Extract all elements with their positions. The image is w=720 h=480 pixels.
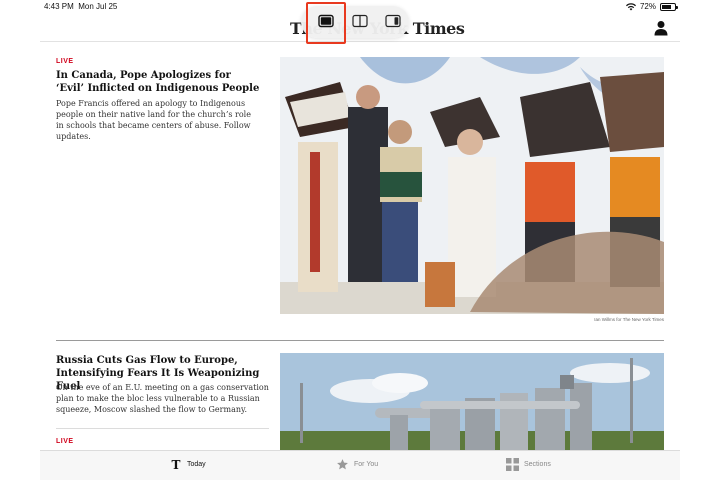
- right-bezel: [680, 0, 720, 480]
- live-label: LIVE: [56, 58, 74, 65]
- tab-sections[interactable]: Sections: [506, 458, 551, 471]
- battery-percent: 72%: [639, 2, 656, 11]
- svg-text:T: T: [172, 458, 181, 471]
- wifi-icon: [625, 2, 636, 10]
- tab-for-you[interactable]: For You: [336, 458, 378, 471]
- left-bezel: [0, 0, 40, 480]
- article-summary[interactable]: Pope Francis offered an apology to Indig…: [56, 98, 261, 142]
- status-time: 4:43 PM: [44, 2, 74, 11]
- tab-label: Today: [187, 461, 206, 468]
- article-photo[interactable]: [280, 353, 664, 450]
- article-headline[interactable]: In Canada, Pope Apologizes for ‘Evil’ In…: [56, 69, 261, 95]
- status-time-date: 4:43 PM Mon Jul 25: [44, 2, 117, 11]
- gas-facility-illustration: [280, 353, 664, 450]
- grid-icon: [506, 458, 519, 471]
- star-icon: [337, 459, 348, 470]
- section-divider: [56, 340, 664, 341]
- status-date: Mon Jul 25: [78, 2, 118, 11]
- article-summary[interactable]: On the eve of an E.U. meeting on a gas c…: [56, 382, 271, 415]
- account-icon[interactable]: [654, 20, 668, 36]
- status-indicators: 72%: [625, 2, 678, 11]
- pope-photo-illustration: [280, 57, 664, 314]
- slide-over-icon[interactable]: [385, 14, 401, 28]
- full-screen-highlight: [306, 2, 346, 44]
- battery-level: [662, 4, 671, 9]
- article-divider: [56, 428, 269, 429]
- article-photo[interactable]: [280, 57, 664, 314]
- photo-credit: Ian Willms for The New York Times: [594, 317, 664, 322]
- tab-label: Sections: [524, 461, 551, 468]
- nyt-t-logo-icon: T: [172, 458, 181, 471]
- live-label: LIVE: [56, 438, 74, 445]
- tab-bar: T Today For You Sections: [40, 450, 680, 480]
- tab-label: For You: [354, 461, 379, 468]
- split-view-icon[interactable]: [352, 14, 368, 28]
- tab-today[interactable]: T Today: [170, 458, 206, 471]
- battery-icon: [660, 2, 678, 11]
